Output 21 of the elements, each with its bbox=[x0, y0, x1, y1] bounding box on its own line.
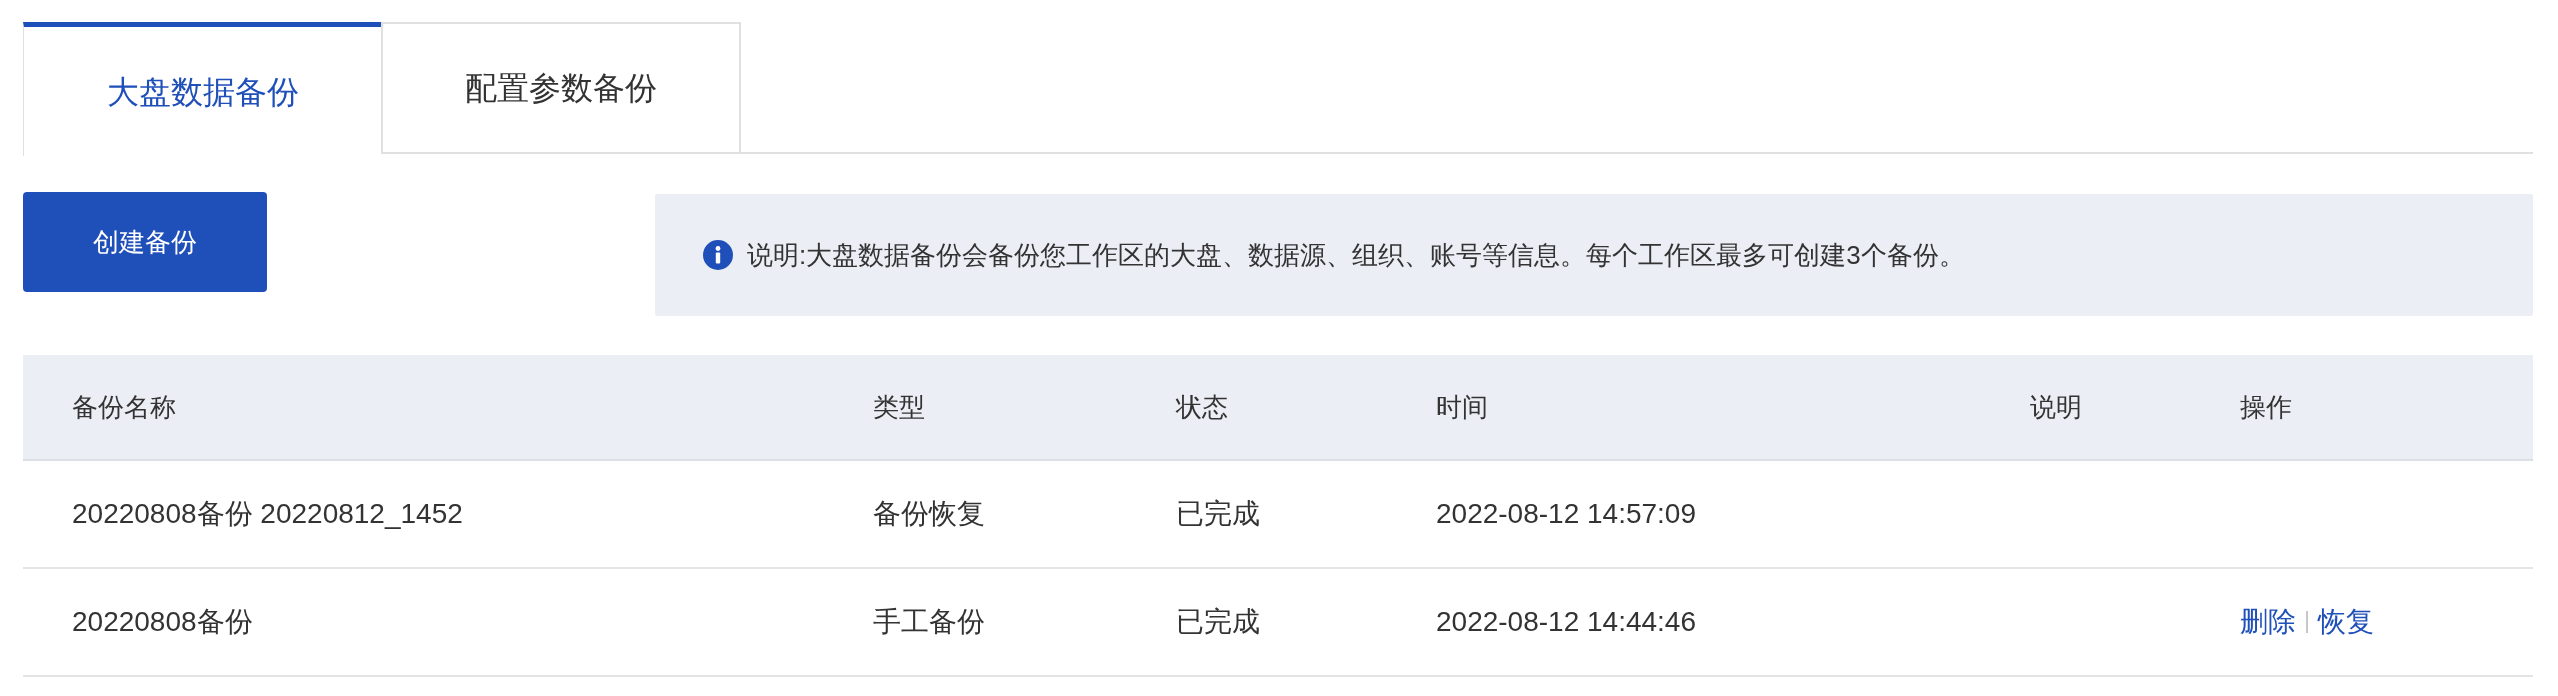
column-header: 类型 bbox=[873, 391, 925, 422]
column-header: 状态 bbox=[1176, 391, 1228, 422]
create-backup-button[interactable]: 创建备份 bbox=[23, 192, 267, 292]
column-header: 说明 bbox=[2030, 391, 2082, 422]
column-header: 备份名称 bbox=[72, 391, 176, 422]
table-cell: 备份恢复 bbox=[873, 498, 985, 529]
action-link[interactable]: 恢复 bbox=[2318, 601, 2374, 643]
tab[interactable]: 大盘数据备份 bbox=[23, 22, 381, 156]
tab[interactable]: 配置参数备份 bbox=[381, 22, 741, 154]
table-cell: 20220808备份 20220812_1452 bbox=[72, 498, 463, 529]
column-header: 操作 bbox=[2240, 391, 2292, 422]
info-icon bbox=[703, 240, 733, 270]
table-cell: 2022-08-12 14:44:46 bbox=[1436, 606, 1696, 637]
column-header: 时间 bbox=[1436, 391, 1488, 422]
table-cell: 已完成 bbox=[1176, 606, 1260, 637]
table-cell: 20220808备份 bbox=[72, 606, 253, 637]
table-cell: 手工备份 bbox=[873, 606, 985, 637]
notice-text: 说明:大盘数据备份会备份您工作区的大盘、数据源、组织、账号等信息。每个工作区最多可创建3个备份。 bbox=[747, 238, 1965, 272]
table-cell: 2022-08-12 14:57:09 bbox=[1436, 498, 1696, 529]
table-cell: 已完成 bbox=[1176, 498, 1260, 529]
action-link[interactable]: 删除 bbox=[2240, 601, 2296, 643]
